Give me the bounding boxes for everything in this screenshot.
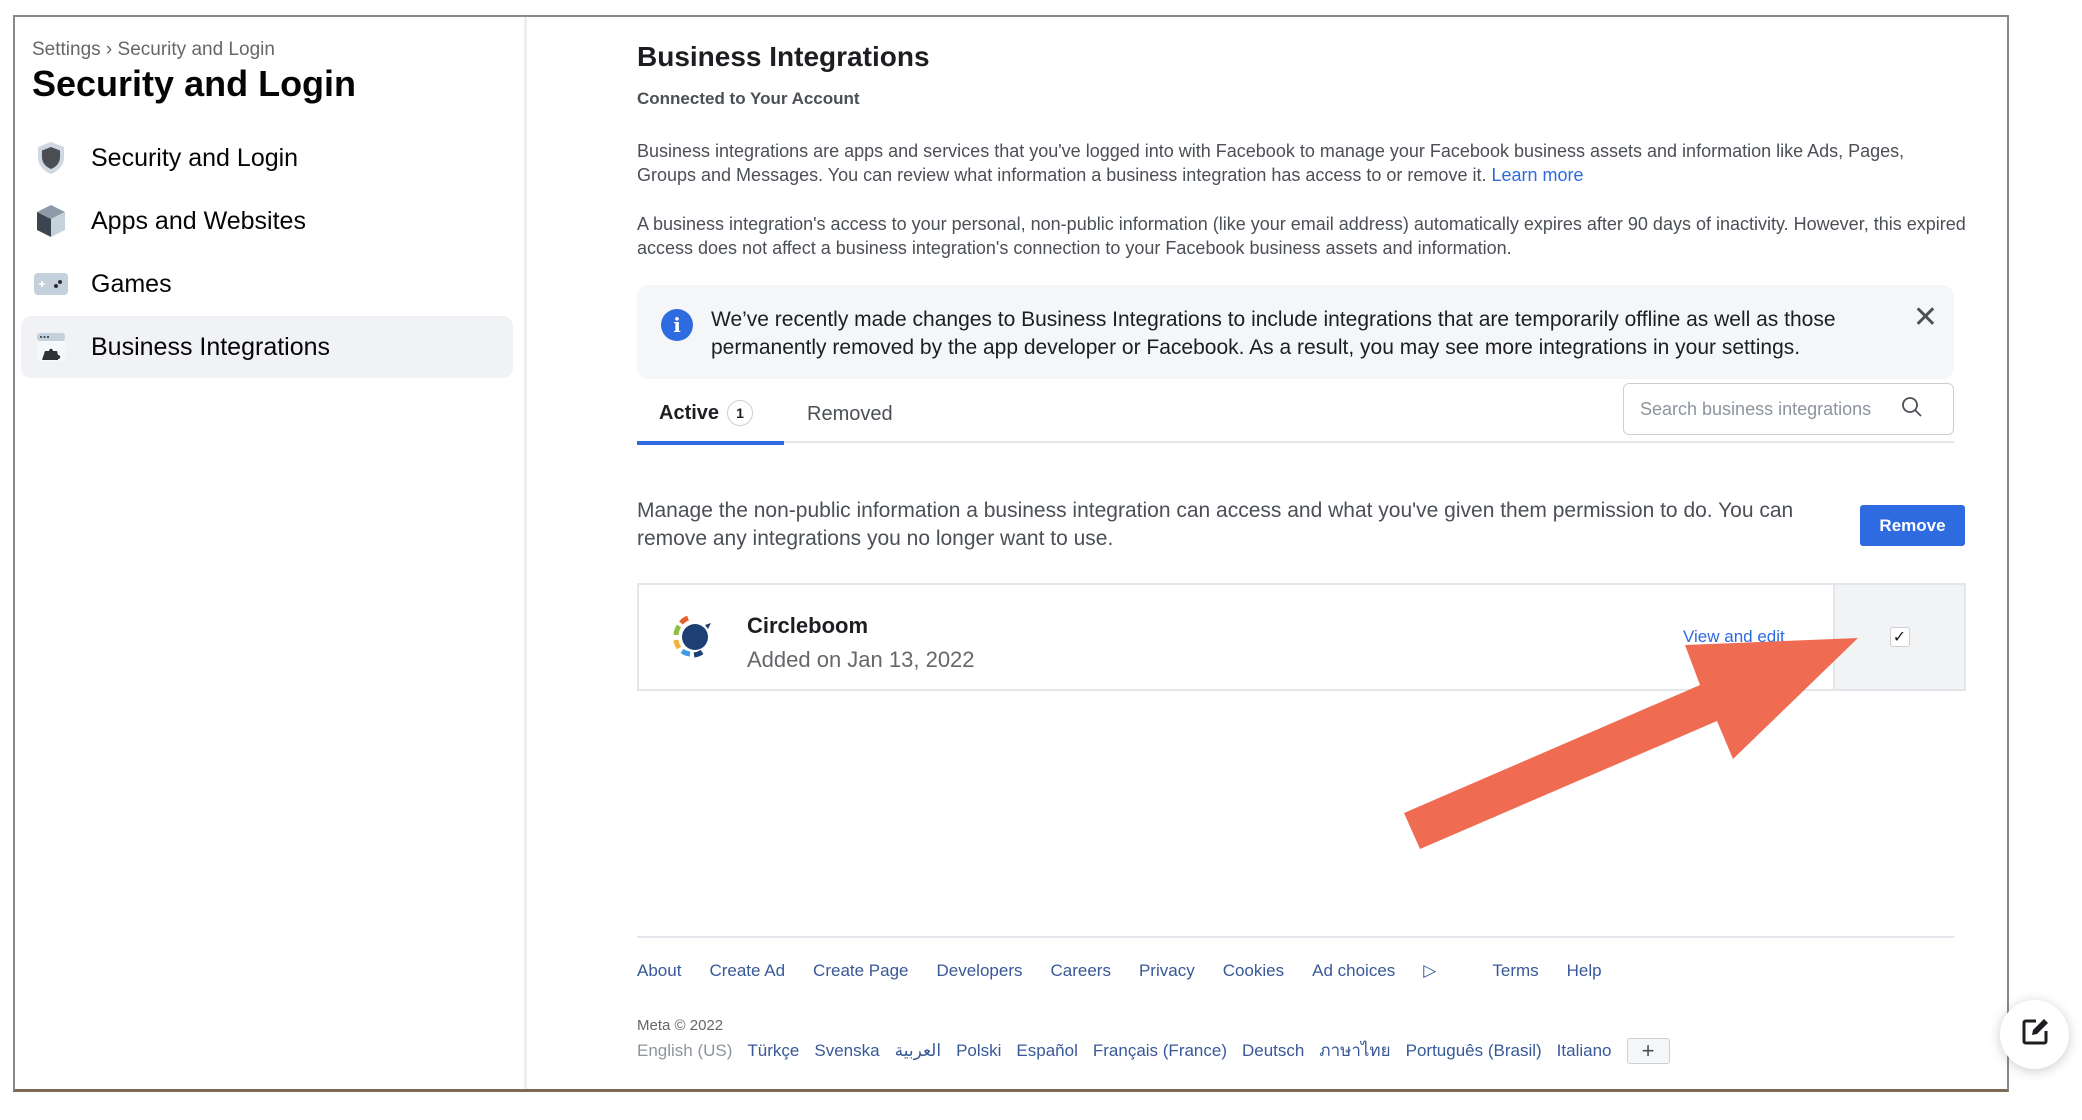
tab-removed[interactable]: Removed <box>807 385 893 443</box>
info-notice: i We’ve recently made changes to Busines… <box>637 285 1954 379</box>
sidebar-item-apps-and-websites[interactable]: Apps and Websites <box>21 190 513 252</box>
info-icon: i <box>661 309 693 341</box>
language-link[interactable]: العربية <box>895 1041 941 1061</box>
expiry-paragraph: A business integration's access to your … <box>637 214 1966 258</box>
footer-link-cookies[interactable]: Cookies <box>1223 961 1284 981</box>
language-link[interactable]: Français (France) <box>1093 1041 1227 1061</box>
count-badge: 1 <box>727 400 754 426</box>
footer-link-privacy[interactable]: Privacy <box>1139 961 1195 981</box>
footer-divider <box>637 936 1954 938</box>
current-language: English (US) <box>637 1040 733 1060</box>
ad-choices-icon: ▷ <box>1423 961 1437 980</box>
integration-row: Circleboom Added on Jan 13, 2022 View an… <box>637 583 1966 691</box>
sidebar-item-business-integrations[interactable]: Business Integrations <box>21 316 513 378</box>
sidebar-item-label: Apps and Websites <box>91 206 306 235</box>
breadcrumb: Settings › Security and Login <box>32 39 275 60</box>
tab-label: Active <box>659 401 720 424</box>
sidebar-title: Security and Login <box>32 63 357 104</box>
sidebar-item-security-and-login[interactable]: Security and Login <box>21 127 513 189</box>
footer-link-ad-choices[interactable]: Ad choices ▷ <box>1312 961 1464 981</box>
select-checkbox[interactable]: ✓ <box>1889 627 1910 647</box>
language-list: English (US) Türkçe Svenska العربية Pols… <box>637 1037 1670 1064</box>
intro-paragraph: Business integrations are apps and servi… <box>637 139 1967 187</box>
language-link[interactable]: Español <box>1016 1041 1077 1061</box>
select-cell: ✓ <box>1833 585 1964 689</box>
settings-sidebar: Settings › Security and Login Security a… <box>15 17 527 1089</box>
shield-icon <box>33 140 69 176</box>
search-input[interactable] <box>1640 398 1900 420</box>
edit-icon <box>2019 1016 2051 1053</box>
tab-label: Removed <box>807 402 893 425</box>
section-subtitle: Connected to Your Account <box>637 89 860 108</box>
search-icon[interactable] <box>1900 395 1924 424</box>
footer-link-create-page[interactable]: Create Page <box>813 961 908 981</box>
footer-link-careers[interactable]: Careers <box>1051 961 1111 981</box>
language-link[interactable]: ภาษาไทย <box>1319 1037 1390 1064</box>
cube-icon <box>33 203 69 239</box>
footer-link-developers[interactable]: Developers <box>937 961 1023 981</box>
footer-link-terms[interactable]: Terms <box>1492 961 1538 981</box>
footer-link-about[interactable]: About <box>637 961 681 981</box>
business-integrations-panel: Business Integrations Connected to Your … <box>637 17 1967 1089</box>
circleboom-logo <box>669 613 717 661</box>
sidebar-item-label: Games <box>91 269 172 298</box>
close-icon[interactable]: ✕ <box>1913 303 1938 333</box>
browser-frame: Settings › Security and Login Security a… <box>13 15 2009 1092</box>
learn-more-link[interactable]: Learn more <box>1491 165 1583 185</box>
compose-button[interactable] <box>2000 1000 2069 1069</box>
language-link[interactable]: Italiano <box>1557 1041 1612 1061</box>
footer-links: About Create Ad Create Page Developers C… <box>637 961 1630 981</box>
language-link[interactable]: Polski <box>956 1041 1001 1061</box>
language-link[interactable]: Português (Brasil) <box>1406 1041 1542 1061</box>
integration-name: Circleboom <box>747 613 869 638</box>
tab-active[interactable]: Active 1 <box>637 385 784 445</box>
sidebar-item-label: Business Integrations <box>91 332 331 361</box>
ad-choices-label: Ad choices <box>1312 961 1396 980</box>
notice-text: We’ve recently made changes to Business … <box>711 308 1836 359</box>
sidebar-nav: Security and Login Apps and Websites Gam… <box>21 127 513 379</box>
gamepad-icon <box>33 266 69 302</box>
integration-added-date: Added on Jan 13, 2022 <box>747 647 975 672</box>
puzzle-window-icon <box>33 329 69 365</box>
remove-button[interactable]: Remove <box>1860 505 1965 546</box>
page-title: Business Integrations <box>637 41 930 72</box>
view-and-edit-link[interactable]: View and edit <box>1683 627 1785 647</box>
copyright: Meta © 2022 <box>637 1017 724 1034</box>
manage-description: Manage the non-public information a busi… <box>637 499 1794 550</box>
intro-text: Business integrations are apps and servi… <box>637 141 1905 185</box>
sidebar-item-label: Security and Login <box>91 143 299 172</box>
footer-link-help[interactable]: Help <box>1567 961 1602 981</box>
footer-link-create-ad[interactable]: Create Ad <box>709 961 785 981</box>
language-link[interactable]: Türkçe <box>747 1041 799 1061</box>
language-link[interactable]: Deutsch <box>1242 1041 1304 1061</box>
search-box <box>1623 383 1954 435</box>
language-link[interactable]: Svenska <box>814 1041 879 1061</box>
more-languages-button[interactable]: + <box>1626 1037 1670 1064</box>
sidebar-item-games[interactable]: Games <box>21 253 513 315</box>
